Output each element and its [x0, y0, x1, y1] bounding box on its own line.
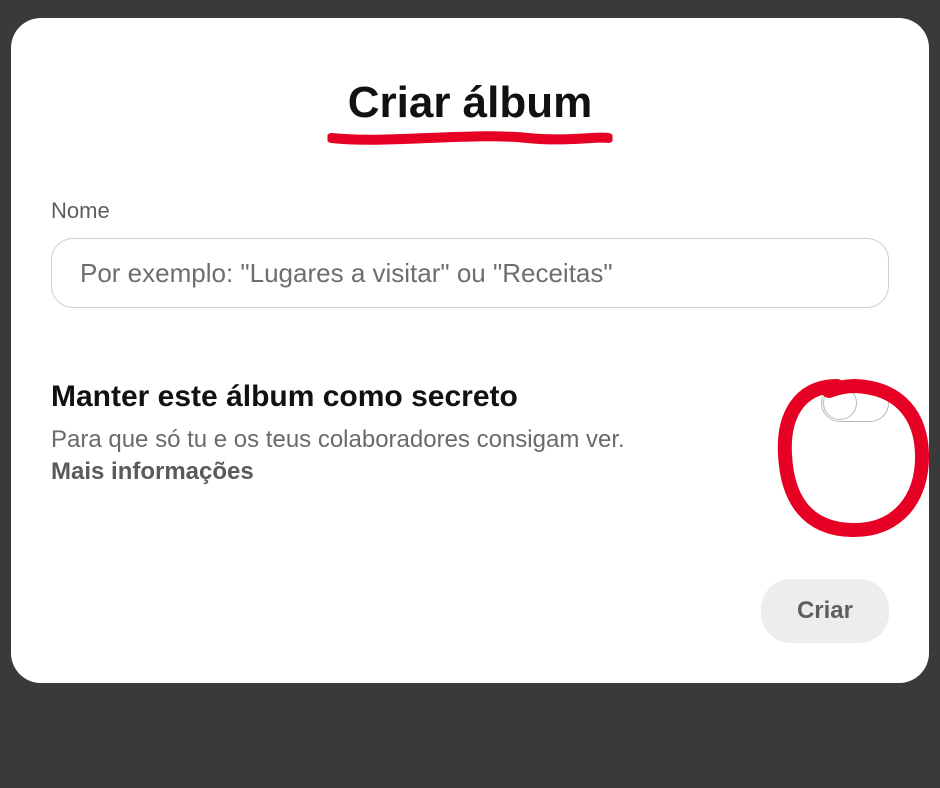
toggle-container [821, 380, 889, 422]
album-name-input[interactable] [51, 238, 889, 308]
more-info-link[interactable]: Mais informações [51, 458, 254, 485]
secret-toggle[interactable] [821, 384, 889, 422]
toggle-knob [823, 386, 857, 420]
secret-description: Para que só tu e os teus colaboradores c… [51, 424, 625, 489]
modal-title: Criar álbum [51, 78, 889, 128]
annotation-title-underline [328, 128, 613, 148]
secret-text-block: Manter este álbum como secreto Para que … [51, 380, 625, 489]
secret-description-text: Para que só tu e os teus colaboradores c… [51, 426, 625, 453]
modal-footer: Criar [51, 579, 889, 643]
secret-section: Manter este álbum como secreto Para que … [51, 380, 889, 489]
create-album-modal: Criar álbum Nome Manter este álbum como … [11, 18, 929, 683]
create-button[interactable]: Criar [761, 579, 889, 643]
modal-title-text: Criar álbum [348, 78, 593, 127]
secret-heading: Manter este álbum como secreto [51, 380, 625, 414]
name-label: Nome [51, 198, 889, 224]
